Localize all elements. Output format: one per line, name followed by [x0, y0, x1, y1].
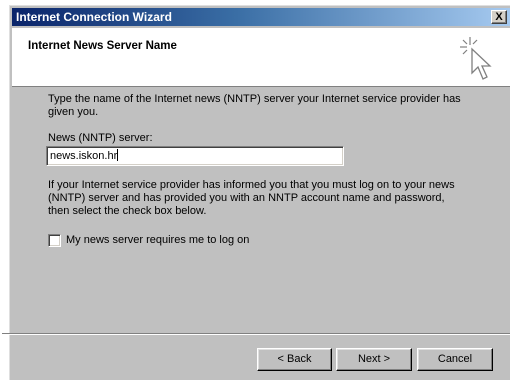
- back-button[interactable]: < Back: [257, 348, 332, 371]
- footer-divider: [2, 333, 510, 335]
- logon-info-text: If your Internet service provider has in…: [48, 179, 455, 217]
- cancel-button[interactable]: Cancel: [417, 348, 493, 371]
- logon-checkbox-label[interactable]: My news server requires me to log on: [66, 234, 249, 247]
- logon-checkbox[interactable]: [48, 234, 61, 247]
- intro-text: Type the name of the Internet news (NNTP…: [48, 93, 461, 118]
- text-caret: [117, 149, 119, 161]
- server-field-label: News (NNTP) server:: [48, 132, 153, 144]
- next-button[interactable]: Next >: [336, 348, 412, 371]
- wizard-content: Type the name of the Internet news (NNTP…: [0, 0, 510, 380]
- news-server-input[interactable]: news.iskon.hr: [46, 146, 344, 166]
- news-server-value: news.iskon.hr: [50, 150, 118, 162]
